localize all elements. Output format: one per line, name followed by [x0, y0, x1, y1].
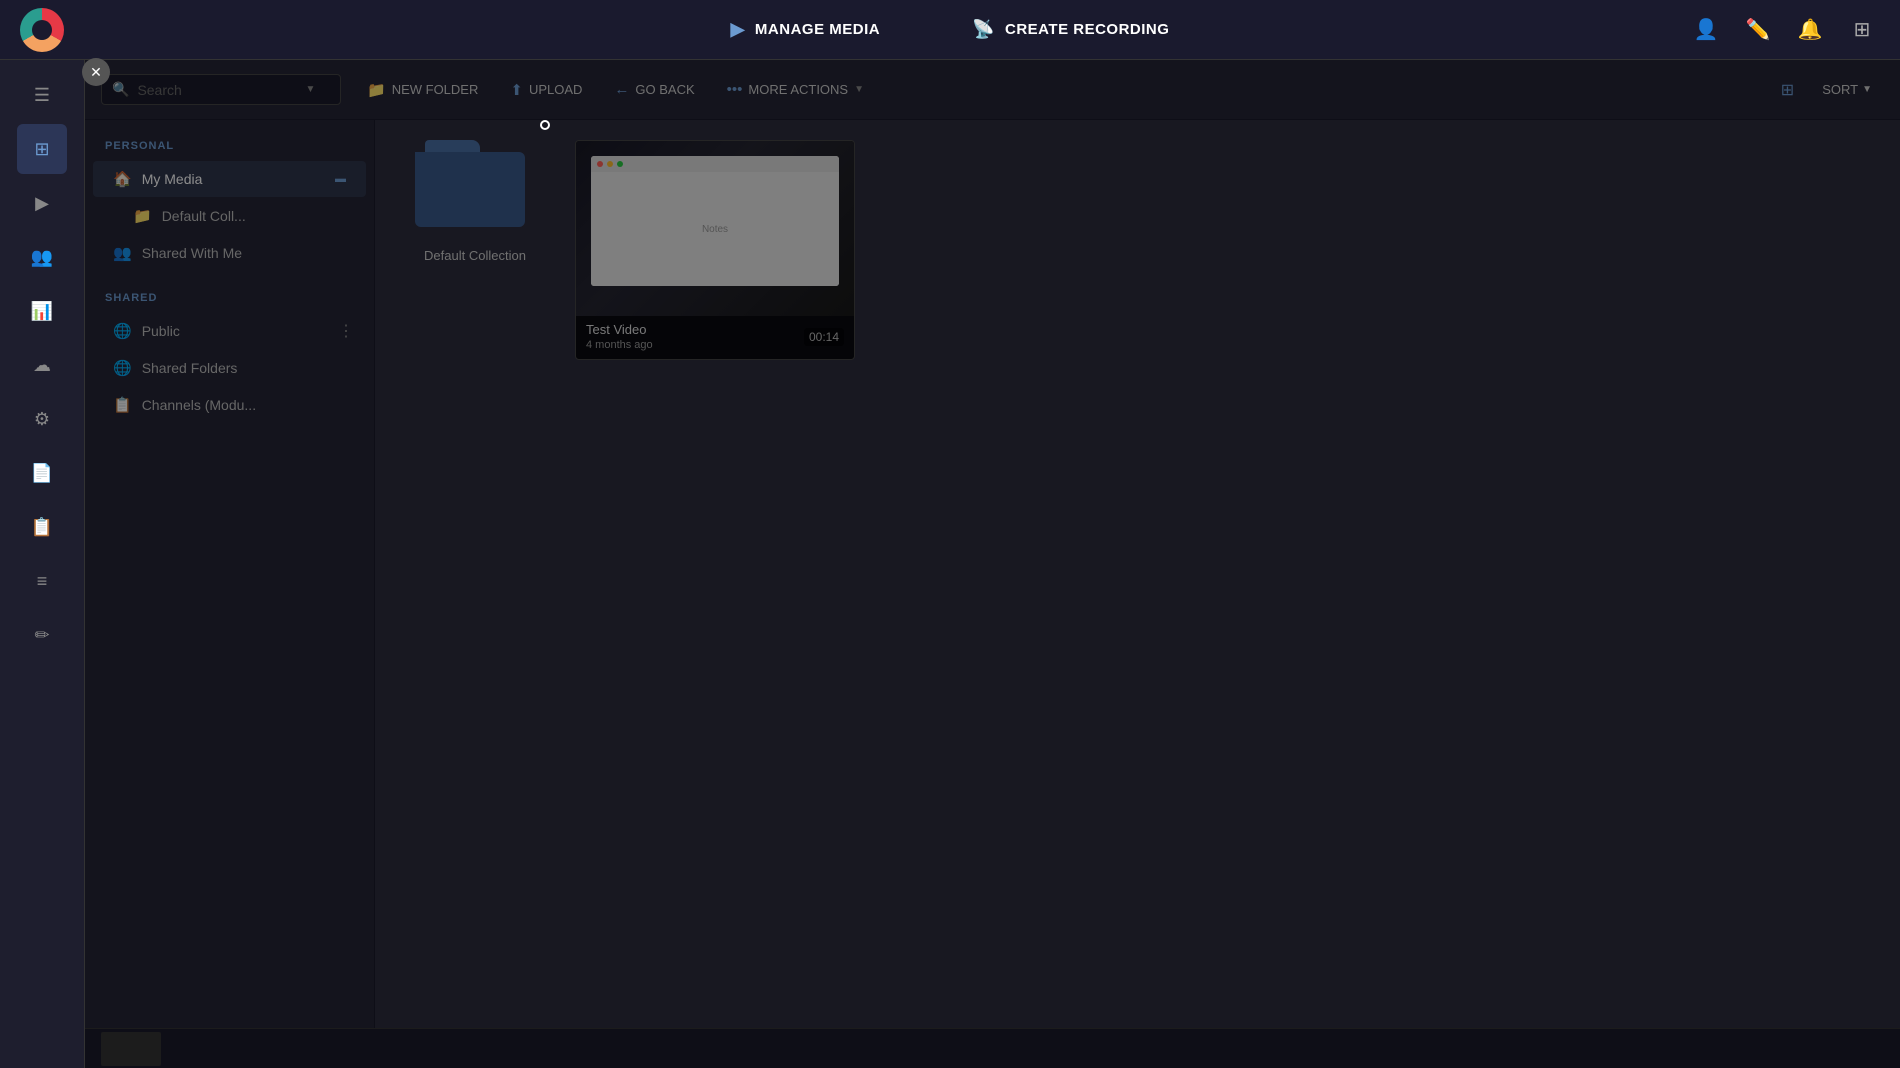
shared-section-title: SHARED: [85, 292, 374, 312]
public-item[interactable]: 🌐 Public ⋮: [93, 313, 366, 349]
search-input[interactable]: [137, 82, 297, 98]
window-minimize-dot: [607, 161, 613, 167]
create-recording-nav[interactable]: 📡 CREATE RECORDING: [956, 11, 1185, 48]
more-actions-button[interactable]: ••• MORE ACTIONS ▼: [713, 74, 878, 105]
create-recording-icon: 📡: [972, 19, 995, 40]
more-actions-chevron: ▼: [854, 84, 864, 95]
upload-icon: ⬆: [510, 81, 523, 99]
default-coll-item[interactable]: 📁 Default Coll...: [93, 198, 366, 234]
shared-folders-icon: 🌐: [113, 359, 132, 377]
logo[interactable]: [20, 8, 64, 52]
channels-item[interactable]: 📋 Channels (Modu...: [93, 387, 366, 423]
go-back-label: GO BACK: [635, 82, 694, 97]
bottom-thumbnail: [101, 1032, 161, 1066]
upload-label: UPLOAD: [529, 82, 582, 97]
shared-with-me-icon: 👥: [113, 244, 132, 262]
search-icon: 🔍: [112, 81, 129, 98]
sort-chevron-icon: ▼: [1862, 84, 1872, 95]
manage-media-nav[interactable]: ▶ MANAGE MEDIA: [715, 11, 897, 48]
sidebar-menu-btn[interactable]: ☰: [17, 70, 67, 120]
sort-button[interactable]: SORT ▼: [1810, 76, 1884, 103]
window-header: [591, 156, 839, 172]
my-media-label: My Media: [142, 171, 203, 187]
default-collection-folder[interactable]: Default Collection: [395, 140, 555, 360]
toolbar: 🔍 ▼ 📁 NEW FOLDER ⬆ UPLOAD ← GO BACK ••• …: [85, 60, 1900, 120]
media-grid: Default Collection Note: [395, 140, 1880, 360]
video-info-bar: Test Video 4 months ago 00:14: [576, 316, 854, 359]
grid-view-button[interactable]: ⊞: [1773, 74, 1802, 106]
top-nav-right: 👤 ✏️ 🔔 ⊞: [1688, 12, 1880, 48]
video-title: Test Video: [586, 322, 653, 337]
main-panel: 🔍 ▼ 📁 NEW FOLDER ⬆ UPLOAD ← GO BACK ••• …: [85, 60, 1900, 1068]
video-title-meta: Test Video 4 months ago: [586, 322, 653, 351]
default-coll-label: Default Coll...: [162, 208, 246, 224]
media-content: Default Collection Note: [375, 120, 1900, 1068]
search-container[interactable]: 🔍 ▼: [101, 74, 341, 105]
shared-folders-label: Shared Folders: [142, 360, 238, 376]
edit-icon-btn[interactable]: ✏️: [1740, 12, 1776, 48]
content-area: PERSONAL 🏠 My Media ▬ 📁 Default Coll... …: [85, 120, 1900, 1068]
video-time: 4 months ago: [586, 339, 653, 351]
sort-label: SORT: [1822, 82, 1858, 97]
go-back-icon: ←: [614, 81, 629, 98]
sidebar-doc2-btn[interactable]: 📋: [17, 502, 67, 552]
sidebar-analytics-btn[interactable]: 📊: [17, 286, 67, 336]
sidebar-doc-btn[interactable]: 📄: [17, 448, 67, 498]
window-maximize-dot: [617, 161, 623, 167]
video-window-mockup: Notes: [591, 156, 839, 286]
more-actions-label: MORE ACTIONS: [748, 82, 848, 97]
folder-body: [415, 152, 525, 227]
public-label: Public: [142, 323, 180, 339]
sidebar-users-btn[interactable]: 👥: [17, 232, 67, 282]
grid-apps-icon-btn[interactable]: ⊞: [1844, 12, 1880, 48]
left-sidebar: ☰ ⊞ ▶ 👥 📊 ☁ ⚙ 📄 📋 ≡ ✏: [0, 60, 85, 1068]
public-more-btn[interactable]: ⋮: [338, 321, 354, 341]
top-navigation: ▶ MANAGE MEDIA 📡 CREATE RECORDING 👤 ✏️ 🔔…: [0, 0, 1900, 60]
nav-sidebar: PERSONAL 🏠 My Media ▬ 📁 Default Coll... …: [85, 120, 375, 1068]
bottom-strip: [85, 1028, 1900, 1068]
video-thumbnail: Notes: [576, 141, 854, 316]
public-icon: 🌐: [113, 322, 132, 340]
close-button[interactable]: ✕: [82, 58, 110, 86]
folder-icon: [415, 140, 535, 240]
personal-section-title: PERSONAL: [85, 140, 374, 160]
upload-button[interactable]: ⬆ UPLOAD: [496, 74, 596, 106]
channels-label: Channels (Modu...: [142, 397, 256, 413]
search-dropdown-icon[interactable]: ▼: [305, 84, 315, 95]
new-folder-icon: 📁: [367, 81, 386, 99]
default-coll-icon: 📁: [133, 207, 152, 225]
more-actions-icon: •••: [727, 81, 743, 98]
channels-icon: 📋: [113, 396, 132, 414]
sidebar-list-btn[interactable]: ≡: [17, 556, 67, 606]
sidebar-cloud-btn[interactable]: ☁: [17, 340, 67, 390]
shared-folders-item[interactable]: 🌐 Shared Folders: [93, 350, 366, 386]
my-media-indicator: ▬: [335, 173, 346, 185]
folder-name: Default Collection: [395, 248, 555, 263]
create-recording-label: CREATE RECORDING: [1005, 21, 1169, 38]
manage-media-icon: ▶: [731, 19, 745, 40]
shared-with-me-item[interactable]: 👥 Shared With Me: [93, 235, 366, 271]
my-media-item[interactable]: 🏠 My Media ▬: [93, 161, 366, 197]
new-folder-button[interactable]: 📁 NEW FOLDER: [353, 74, 492, 106]
window-content: Notes: [591, 172, 839, 286]
user-icon-btn[interactable]: 👤: [1688, 12, 1724, 48]
window-text: Notes: [702, 224, 728, 235]
sidebar-settings-btn[interactable]: ⚙: [17, 394, 67, 444]
manage-media-label: MANAGE MEDIA: [755, 21, 880, 38]
toolbar-right: ⊞ SORT ▼: [1773, 74, 1884, 106]
video-duration: 00:14: [804, 328, 844, 346]
logo-circle: [20, 8, 64, 52]
notification-icon-btn[interactable]: 🔔: [1792, 12, 1828, 48]
window-close-dot: [597, 161, 603, 167]
shared-with-me-label: Shared With Me: [142, 245, 242, 261]
go-back-button[interactable]: ← GO BACK: [600, 74, 708, 105]
logo-inner: [32, 20, 52, 40]
my-media-icon: 🏠: [113, 170, 132, 188]
test-video-item[interactable]: Notes Test Video 4 months ago 00:14: [575, 140, 855, 360]
sidebar-edit-btn[interactable]: ✏: [17, 610, 67, 660]
sidebar-home-btn[interactable]: ⊞: [17, 124, 67, 174]
sidebar-media-btn[interactable]: ▶: [17, 178, 67, 228]
new-folder-label: NEW FOLDER: [392, 82, 479, 97]
